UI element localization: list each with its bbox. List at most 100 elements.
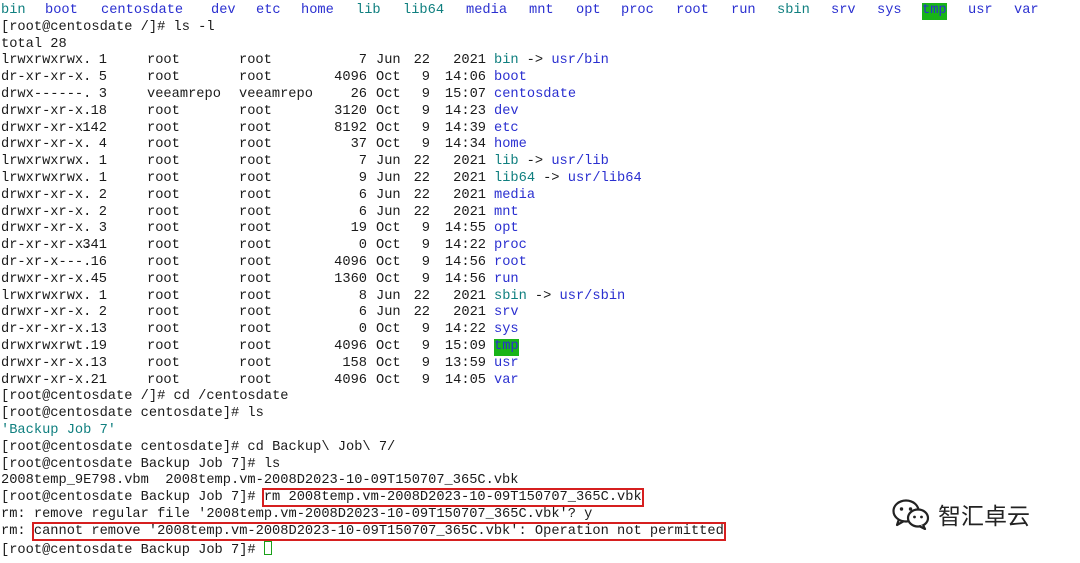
top-listing-entry-home: home: [301, 3, 334, 18]
symlink-arrow: ->: [543, 170, 568, 186]
listing-size: 26: [350, 86, 367, 102]
listing-day: 9: [421, 254, 430, 270]
listing-size: 8: [358, 288, 367, 304]
terminal-cursor[interactable]: [263, 540, 272, 555]
listing-name: media: [494, 187, 536, 203]
listing-time: 14:23: [444, 103, 486, 119]
listing-group: root: [239, 271, 272, 287]
long-listing-row: drwxr-xr-x. 2 root root 6 Jun 22 2021 media: [1, 188, 1080, 205]
listing-time: 14:56: [444, 271, 486, 287]
rm-error-prefix: rm:: [1, 523, 34, 539]
listing-owner: root: [147, 288, 180, 304]
listing-owner: root: [147, 372, 180, 388]
listing-group: root: [239, 70, 272, 86]
shell-prompt: [root@centosdate Backup Job 7]#: [1, 542, 264, 558]
listing-day: 22: [413, 170, 430, 186]
listing-size: 19: [350, 221, 367, 237]
listing-size: 0: [358, 238, 367, 254]
long-listing-row: drwxr-xr-x. 2 root root 6 Jun 22 2021 srv: [1, 305, 1080, 322]
listing-links: 2: [98, 187, 107, 203]
symlink-target: usr/lib64: [567, 170, 642, 186]
listing-owner: root: [147, 170, 180, 186]
listing-day: 9: [421, 137, 430, 153]
symlink-target: usr/lib: [551, 154, 609, 170]
listing-size: 9: [358, 170, 367, 186]
long-listing-row: drwxrwxrwt. 19 root root 4096 Oct 9 15:09 tmp: [1, 338, 1080, 356]
listing-month: Jun: [376, 288, 401, 304]
watermark-text: 智汇卓云: [938, 504, 1030, 530]
listing-links: 19: [90, 338, 107, 354]
listing-time: 14:39: [444, 120, 486, 136]
listing-owner: root: [147, 238, 180, 254]
listing-day: 9: [421, 372, 430, 388]
symlink-arrow: ->: [534, 288, 560, 304]
top-listing-entry-proc: proc: [621, 3, 654, 18]
listing-links: 1: [98, 53, 107, 69]
listing-month: Jun: [376, 305, 401, 321]
listing-group: root: [239, 288, 272, 304]
top-listing-entry-etc: etc: [256, 3, 281, 18]
long-listing-row: lrwxrwxrwx. 1 root root 7 Jun 22 2021 bin -> usr/…: [1, 53, 1080, 70]
listing-group: root: [239, 322, 272, 338]
listing-perms: drwxrwxrwt.: [1, 338, 92, 354]
top-listing-entry-bin: bin: [1, 3, 26, 18]
listing-links: 13: [90, 355, 107, 371]
long-listing-row: dr-xr-xr-x. 13 root root 0 Oct 9 14:22 sys: [1, 322, 1080, 339]
ls-output-backup-dir: 'Backup Job 7': [1, 422, 116, 438]
shell-prompt: [root@centosdate centosdate]#: [1, 406, 248, 422]
symlink-target-wrap: -> usr/lib: [527, 154, 609, 171]
listing-links: 16: [90, 254, 107, 270]
listing-time: 2021: [453, 170, 486, 186]
long-listing-row: dr-xr-xr-x. 5 root root 4096 Oct 9 14:06 boot: [1, 70, 1080, 87]
top-listing-entry-tmp: tmp: [922, 3, 947, 20]
symlink-target: usr/sbin: [559, 288, 626, 304]
top-listing-entry-lib: lib: [356, 3, 381, 18]
listing-size: 4096: [334, 70, 367, 86]
listing-time: 14:56: [444, 254, 486, 270]
top-listing-entry-mnt: mnt: [529, 3, 554, 18]
listing-day: 9: [421, 355, 430, 371]
listing-size: 1360: [334, 271, 367, 287]
listing-name: home: [494, 137, 527, 153]
listing-month: Oct: [376, 271, 401, 287]
listing-owner: root: [147, 103, 180, 119]
long-listing-row: drwx------. 3 veeamrepo veeamrepo 26 Oct 9 15:0…: [1, 87, 1080, 104]
listing-day: 22: [413, 187, 430, 203]
listing-group: root: [239, 372, 272, 388]
listing-name: root: [494, 254, 527, 270]
listing-time: 14:22: [444, 238, 486, 254]
listing-month: Oct: [376, 137, 401, 153]
listing-time: 14:55: [444, 221, 486, 237]
listing-name: lib64: [494, 170, 536, 186]
listing-month: Jun: [376, 53, 401, 69]
listing-links: 3: [98, 86, 107, 102]
listing-month: Jun: [376, 187, 401, 203]
listing-group: veeamrepo: [239, 86, 313, 102]
listing-size: 6: [358, 204, 367, 220]
listing-perms: dr-xr-xr-x.: [1, 238, 92, 254]
shell-prompt: [root@centosdate /]#: [1, 19, 174, 35]
listing-month: Oct: [376, 322, 401, 338]
listing-links: 2: [98, 204, 107, 220]
listing-owner: root: [147, 187, 180, 203]
listing-day: 9: [421, 238, 430, 254]
listing-perms: dr-xr-xr-x.: [1, 70, 92, 86]
command-line-current[interactable]: [root@centosdate Backup Job 7]#: [1, 540, 1080, 558]
listing-day: 9: [421, 120, 430, 136]
listing-time: 2021: [453, 204, 486, 220]
command-text: ls: [247, 406, 264, 422]
top-listing-entry-dev: dev: [211, 3, 236, 18]
terminal-window[interactable]: bin boot centosdate dev etc home lib lib64 media…: [1, 3, 1080, 561]
listing-links: 21: [90, 372, 107, 388]
listing-group: root: [239, 103, 272, 119]
listing-size: 3120: [334, 103, 367, 119]
listing-month: Oct: [376, 372, 401, 388]
long-listing-row: drwxr-xr-x. 21 root root 4096 Oct 9 14:05 var: [1, 373, 1080, 390]
listing-name: bin: [494, 53, 519, 69]
listing-owner: root: [147, 221, 180, 237]
top-listing-entry-var: var: [1014, 3, 1039, 18]
listing-links: 142: [82, 120, 107, 136]
long-listing-row: dr-xr-xr-x. 341 root root 0 Oct 9 14:22 proc: [1, 238, 1080, 255]
listing-time: 15:07: [444, 86, 486, 102]
listing-perms: drwxr-xr-x.: [1, 355, 92, 371]
